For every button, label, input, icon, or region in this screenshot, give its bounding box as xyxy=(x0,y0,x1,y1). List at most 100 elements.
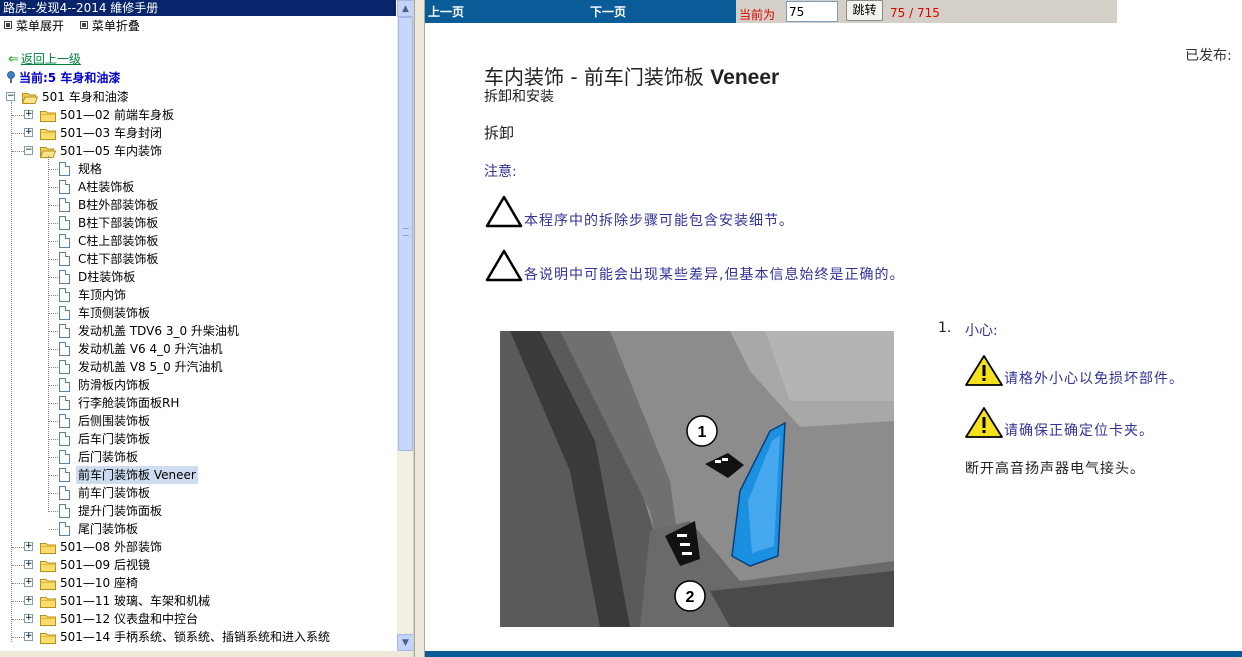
back-link[interactable]: 返回上一级 xyxy=(21,52,81,66)
expand-node-icon[interactable]: + xyxy=(24,578,33,587)
pane-splitter[interactable] xyxy=(414,0,425,657)
tree-item-label[interactable]: 发动机盖 V6 4_0 升汽油机 xyxy=(78,340,223,358)
tree-folder[interactable]: +501—14 手柄系统、锁系统、插销系统和进入系统 xyxy=(0,628,396,646)
tree-item-label[interactable]: 501—08 外部装饰 xyxy=(60,538,162,556)
tree-folder[interactable]: +501—02 前端车身板 xyxy=(0,106,396,124)
tree-item[interactable]: 后门装饰板 xyxy=(0,448,396,466)
collapse-menu-button[interactable]: 菜单折叠 xyxy=(79,18,140,34)
tree-item-label[interactable]: 501—14 手柄系统、锁系统、插销系统和进入系统 xyxy=(60,628,330,646)
tree-item-label[interactable]: 501—12 仪表盘和中控台 xyxy=(60,610,198,628)
tree-item-label[interactable]: 行李舱装饰面板RH xyxy=(78,394,179,412)
tree-item[interactable]: 行李舱装饰面板RH xyxy=(0,394,396,412)
tree-item-label[interactable]: 后侧围装饰板 xyxy=(78,412,150,430)
tree-item[interactable]: C柱下部装饰板 xyxy=(0,250,396,268)
tree-item[interactable]: 规格 xyxy=(0,160,396,178)
tree-root[interactable]: − 501 车身和油漆 xyxy=(0,88,396,106)
tree-item-selected[interactable]: 前车门装饰板 Veneer xyxy=(0,466,396,484)
tree-item[interactable]: 提升门装饰面板 xyxy=(0,502,396,520)
tree-item-label[interactable]: 尾门装饰板 xyxy=(78,520,138,538)
tree-line xyxy=(49,259,58,260)
jump-button[interactable]: 跳转 xyxy=(846,0,883,21)
tree-item-label[interactable]: 后车门装饰板 xyxy=(78,430,150,448)
tree-item-label[interactable]: 前车门装饰板 xyxy=(78,484,150,502)
tree-item-label[interactable]: 501—03 车身封闭 xyxy=(60,124,162,142)
tree-item-label[interactable]: C柱下部装饰板 xyxy=(78,250,158,268)
tree-item-label[interactable]: 车顶内饰 xyxy=(78,286,126,304)
expand-node-icon[interactable]: + xyxy=(24,128,33,137)
collapse-node-icon[interactable]: − xyxy=(6,92,15,101)
tree-item-label[interactable]: 前车门装饰板 Veneer xyxy=(76,466,198,484)
tree-line xyxy=(49,385,58,386)
tree-item[interactable]: 发动机盖 V6 4_0 升汽油机 xyxy=(0,340,396,358)
tree-item-label[interactable]: A柱装饰板 xyxy=(78,178,134,196)
tree-item[interactable]: 前车门装饰板 xyxy=(0,484,396,502)
tree-line xyxy=(49,457,58,458)
tree-item[interactable]: 后侧围装饰板 xyxy=(0,412,396,430)
tree-line xyxy=(11,102,12,642)
tree-item[interactable]: 车顶侧装饰板 xyxy=(0,304,396,322)
callout-1-label: 1 xyxy=(698,424,707,441)
tree-item[interactable]: B柱外部装饰板 xyxy=(0,196,396,214)
published-label: 已发布: xyxy=(1185,48,1232,64)
scroll-thumb[interactable] xyxy=(398,17,413,451)
tree-item-label[interactable]: 501—11 玻璃、车架和机械 xyxy=(60,592,210,610)
expand-node-icon[interactable]: + xyxy=(24,110,33,119)
tree-item[interactable]: 防滑板内饰板 xyxy=(0,376,396,394)
arrow-up-icon: ▲ xyxy=(402,4,409,14)
document-icon xyxy=(59,198,70,212)
tree-item-label[interactable]: 发动机盖 V8 5_0 升汽油机 xyxy=(78,358,223,376)
collapse-node-icon[interactable]: − xyxy=(24,146,33,155)
tree-item[interactable]: 后车门装饰板 xyxy=(0,430,396,448)
manual-title: 路虎--发现4--2014 維修手册 xyxy=(0,0,396,16)
tree-item-label[interactable]: 501—05 车内装饰 xyxy=(60,142,162,160)
tree-item-label[interactable]: 501—09 后视镜 xyxy=(60,556,150,574)
tree-item-label[interactable]: 防滑板内饰板 xyxy=(78,376,150,394)
tree-item-label[interactable]: 501 车身和油漆 xyxy=(42,88,129,106)
tree-item-label[interactable]: 车顶侧装饰板 xyxy=(78,304,150,322)
expand-node-icon[interactable]: + xyxy=(24,560,33,569)
tree-item-label[interactable]: 发动机盖 TDV6 3_0 升柴油机 xyxy=(78,322,239,340)
tree-item-label[interactable]: 规格 xyxy=(78,160,102,178)
tree-item-label[interactable]: B柱外部装饰板 xyxy=(78,196,158,214)
expand-node-icon[interactable]: + xyxy=(24,596,33,605)
tree-line xyxy=(49,313,58,314)
tree-folder[interactable]: +501—11 玻璃、车架和机械 xyxy=(0,592,396,610)
expand-node-icon[interactable]: + xyxy=(24,542,33,551)
tree-item-label[interactable]: B柱下部装饰板 xyxy=(78,214,158,232)
tree-folder[interactable]: +501—09 后视镜 xyxy=(0,556,396,574)
procedure-illustration: 1 2 xyxy=(500,331,894,627)
tree-item[interactable]: 发动机盖 V8 5_0 升汽油机 xyxy=(0,358,396,376)
next-page-button[interactable]: 下一页 xyxy=(590,3,626,20)
tree-item[interactable]: B柱下部装饰板 xyxy=(0,214,396,232)
folder-icon xyxy=(40,613,56,626)
tree-folder[interactable]: − 501—05 车内装饰 xyxy=(0,142,396,160)
tree-item[interactable]: A柱装饰板 xyxy=(0,178,396,196)
tree-item-label[interactable]: C柱上部装饰板 xyxy=(78,232,158,250)
page-number-input[interactable] xyxy=(786,1,838,22)
scroll-up-button[interactable]: ▲ xyxy=(397,0,413,17)
tree-item-label[interactable]: 提升门装饰面板 xyxy=(78,502,162,520)
expand-node-icon[interactable]: + xyxy=(24,614,33,623)
tree-item-label[interactable]: 501—02 前端车身板 xyxy=(60,106,174,124)
prev-page-button[interactable]: 上一页 xyxy=(428,3,464,20)
tree-folder[interactable]: +501—12 仪表盘和中控台 xyxy=(0,610,396,628)
tree-item[interactable]: 发动机盖 TDV6 3_0 升柴油机 xyxy=(0,322,396,340)
tree-folder[interactable]: +501—10 座椅 xyxy=(0,574,396,592)
tree-item-label[interactable]: 后门装饰板 xyxy=(78,448,138,466)
tree-folder[interactable]: +501—08 外部装饰 xyxy=(0,538,396,556)
scroll-down-button[interactable]: ▼ xyxy=(397,634,413,651)
tree-item[interactable]: D柱装饰板 xyxy=(0,268,396,286)
tree-item[interactable]: C柱上部装饰板 xyxy=(0,232,396,250)
pane-bottom-edge xyxy=(0,651,413,657)
tree-line xyxy=(49,403,58,404)
tree-item-label[interactable]: 501—10 座椅 xyxy=(60,574,138,592)
tree-item[interactable]: 尾门装饰板 xyxy=(0,520,396,538)
tree-folder[interactable]: +501—03 车身封闭 xyxy=(0,124,396,142)
tree-item[interactable]: 车顶内饰 xyxy=(0,286,396,304)
expand-node-icon[interactable]: + xyxy=(24,632,33,641)
tree-item-label[interactable]: D柱装饰板 xyxy=(78,268,135,286)
tree-scrollbar[interactable]: ▲ ▼ xyxy=(397,0,413,651)
location-pin-icon xyxy=(7,71,15,83)
tree-line xyxy=(49,529,58,530)
expand-menu-button[interactable]: 菜单展开 xyxy=(4,18,64,34)
